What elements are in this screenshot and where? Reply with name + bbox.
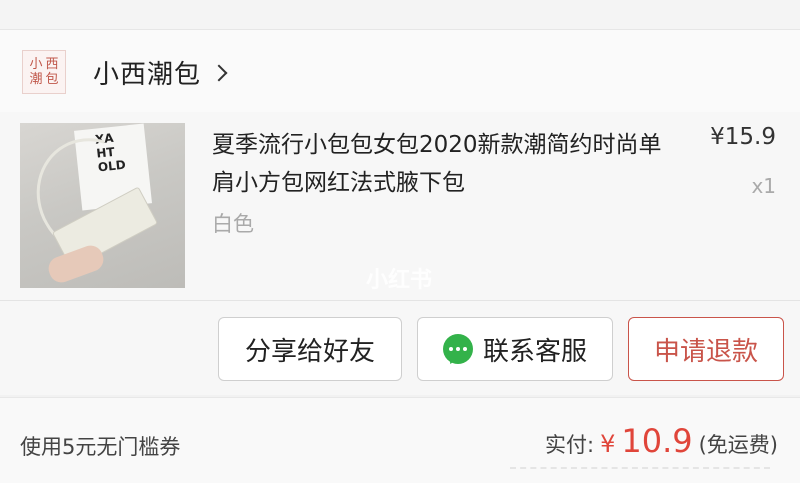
shop-name: 小西潮包 [93, 59, 202, 90]
product-thumbnail[interactable]: XA HT OLD [20, 123, 185, 288]
product-item[interactable]: XA HT OLD 夏季流行小包包女包2020新款潮简约时尚单肩小方包网红法式腋… [0, 112, 800, 298]
contact-service-button[interactable]: 联系客服 [417, 317, 613, 381]
order-footer: 使用5元无门槛券 实付: ¥ 10.9 (免运费) [0, 397, 800, 483]
refund-button-label: 申请退款 [653, 336, 758, 367]
watermark: 小红书 [366, 268, 433, 293]
footer-watermark [510, 467, 770, 483]
total-label: 实付: [545, 433, 595, 457]
shop-logo-char: 潮 [29, 72, 43, 87]
shop-logo-char: 包 [45, 72, 59, 87]
share-button[interactable]: 分享给好友 [218, 317, 402, 381]
total-currency: ¥ [600, 430, 616, 458]
product-quantity: x1 [751, 174, 776, 198]
coupon-text: 使用5元无门槛券 [20, 435, 181, 459]
refund-button[interactable]: 申请退款 [628, 317, 784, 381]
chat-dots [443, 334, 473, 364]
shop-header: 小 西 潮 包 小西潮包 [0, 30, 800, 112]
product-variant: 白色 [212, 212, 254, 236]
shop-link[interactable]: 小西潮包 [93, 56, 228, 90]
divider [0, 300, 800, 301]
top-strip [0, 0, 800, 30]
total-amount: 10.9 [621, 422, 693, 460]
product-price: ¥15.9 [710, 124, 776, 150]
shop-logo-char: 小 [29, 57, 43, 72]
contact-service-label: 联系客服 [482, 336, 587, 367]
shop-logo[interactable]: 小 西 潮 包 [22, 50, 66, 94]
shipping-note: (免运费) [698, 433, 778, 457]
product-title: 夏季流行小包包女包2020新款潮简约时尚单肩小方包网红法式腋下包 [212, 132, 662, 196]
shop-logo-char: 西 [45, 57, 59, 72]
order-card: 小 西 潮 包 小西潮包 XA HT OLD 夏季流行小包包女包2020新款潮简… [0, 30, 800, 395]
action-bar: 分享给好友 联系客服 申请退款 [0, 317, 800, 381]
order-page: 小 西 潮 包 小西潮包 XA HT OLD 夏季流行小包包女包2020新款潮简… [0, 0, 800, 483]
chevron-right-icon [210, 64, 228, 81]
chat-icon [442, 334, 473, 364]
total-paid: 实付: ¥ 10.9 (免运费) [545, 422, 778, 460]
share-button-label: 分享给好友 [244, 336, 375, 367]
